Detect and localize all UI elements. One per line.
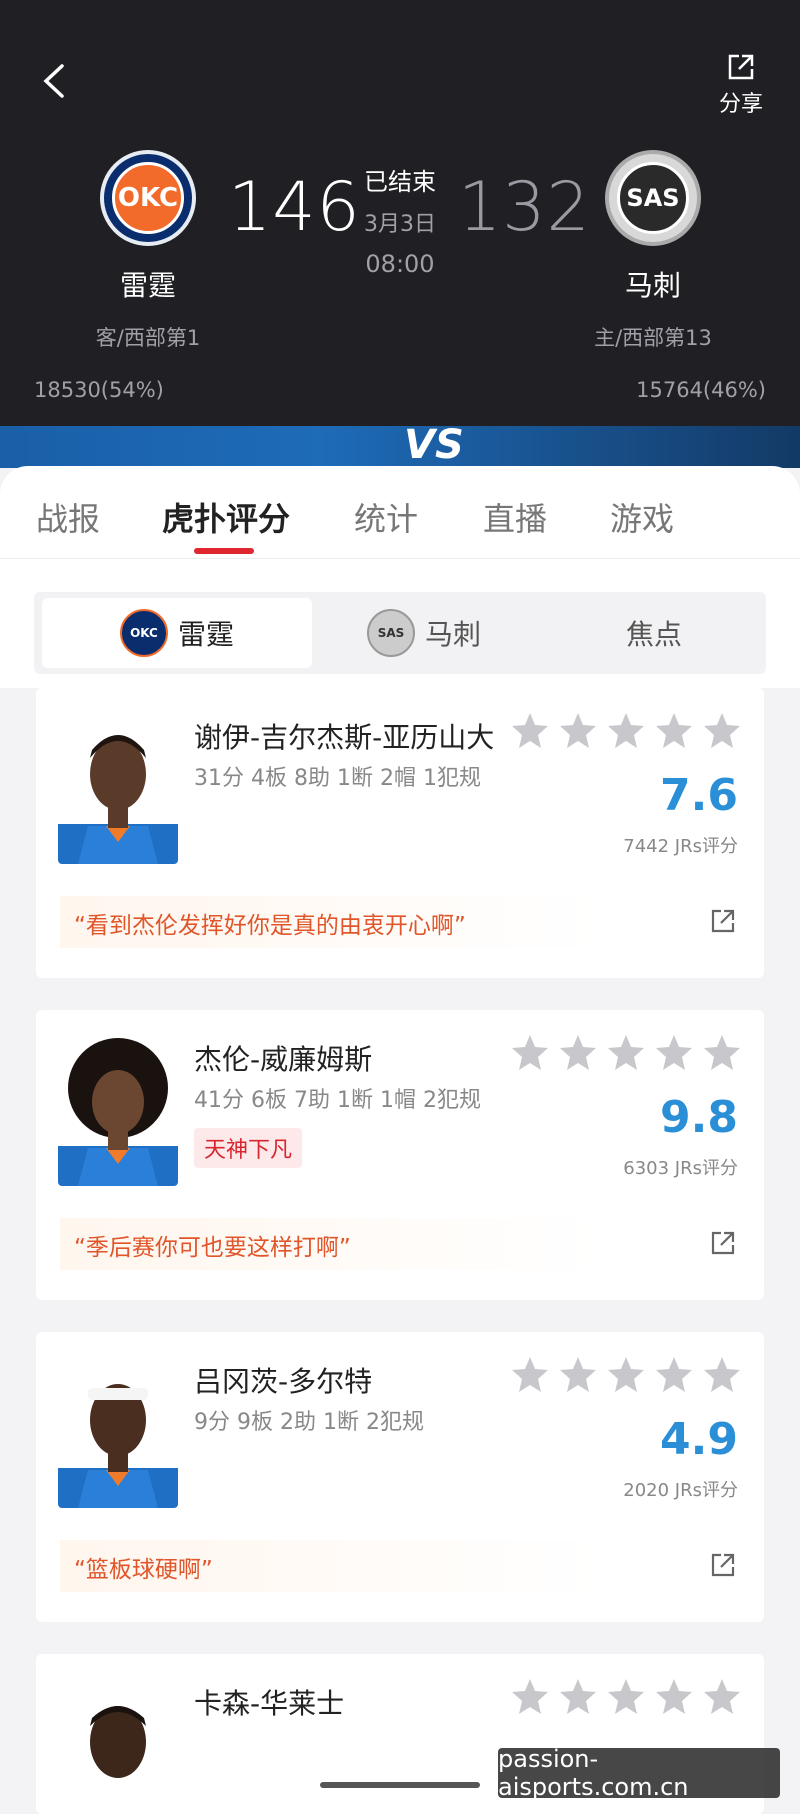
game-time: 08:00: [365, 250, 435, 278]
player-card[interactable]: 谢伊-吉尔杰斯-亚历山大 31分 4板 8助 1断 2帽 1犯规 7.6 744…: [36, 688, 764, 978]
star-icon[interactable]: [558, 1676, 598, 1716]
okc-logo-text: OKC: [112, 162, 184, 234]
open-link-icon[interactable]: [710, 1552, 736, 1578]
comment-text: “看到杰伦发挥好你是真的由衷开心啊”: [74, 913, 466, 939]
rating-stars[interactable]: [510, 1354, 742, 1394]
okc-mini-logo-icon: OKC: [119, 609, 168, 657]
star-icon[interactable]: [606, 1354, 646, 1394]
top-comment[interactable]: “季后赛你可也要这样打啊”: [60, 1218, 736, 1270]
star-icon[interactable]: [654, 1354, 694, 1394]
away-support: 18530(54%): [34, 378, 164, 402]
open-link-icon[interactable]: [710, 908, 736, 934]
player-rating: 9.8: [660, 1092, 738, 1143]
vs-label: VS: [404, 422, 464, 468]
star-icon[interactable]: [606, 1032, 646, 1072]
tab-live[interactable]: 直播: [483, 494, 547, 540]
home-support: 15764(46%): [636, 378, 766, 402]
sas-logo[interactable]: SAS: [605, 150, 701, 246]
player-avatar: [58, 1036, 178, 1186]
player-rating: 4.9: [660, 1414, 738, 1465]
rating-votes: 7442 JRs评分: [623, 836, 738, 857]
segment-okc[interactable]: OKC 雷霆: [42, 598, 312, 668]
away-team-name[interactable]: 雷霆: [68, 264, 228, 304]
top-comment[interactable]: “看到杰伦发挥好你是真的由衷开心啊”: [60, 896, 736, 948]
support-bar: [0, 426, 800, 468]
home-team-rank: 主/西部第13: [594, 326, 712, 350]
open-link-icon[interactable]: [710, 1230, 736, 1256]
rating-stars[interactable]: [510, 710, 742, 750]
star-icon[interactable]: [510, 1676, 550, 1716]
star-icon[interactable]: [702, 1676, 742, 1716]
comment-text: “篮板球硬啊”: [74, 1557, 213, 1583]
player-name: 谢伊-吉尔杰斯-亚历山大: [194, 721, 495, 754]
player-list: 谢伊-吉尔杰斯-亚历山大 31分 4板 8助 1断 2帽 1犯规 7.6 744…: [0, 688, 800, 1814]
player-rating: 7.6: [660, 770, 738, 821]
star-icon[interactable]: [606, 1676, 646, 1716]
star-icon[interactable]: [654, 1676, 694, 1716]
player-tag-badge: 天神下凡: [194, 1128, 303, 1168]
segment-sas[interactable]: SAS 马刺: [324, 592, 524, 674]
player-card[interactable]: 杰伦-威廉姆斯 41分 6板 7助 1断 1帽 2犯规 天神下凡 9.8 630…: [36, 1010, 764, 1300]
sas-logo-text: SAS: [617, 162, 689, 234]
star-icon[interactable]: [606, 710, 646, 750]
active-tab-indicator: [194, 548, 254, 554]
segment-okc-label: 雷霆: [177, 618, 234, 651]
share-button[interactable]: 分享: [706, 52, 776, 118]
star-icon[interactable]: [510, 1032, 550, 1072]
watermark: passion-aisports.com.cn: [498, 1745, 780, 1801]
player-name: 杰伦-威廉姆斯: [194, 1043, 373, 1076]
player-card[interactable]: 吕冈茨-多尔特 9分 9板 2助 1断 2犯规 4.9 2020 JRs评分 “…: [36, 1332, 764, 1622]
tab-bar: 战报 虎扑评分 统计 直播 游戏: [0, 466, 800, 559]
rating-stars[interactable]: [510, 1032, 742, 1072]
star-icon[interactable]: [558, 710, 598, 750]
player-avatar: [58, 1358, 178, 1508]
away-team-rank: 客/西部第1: [95, 326, 201, 350]
game-date: 3月3日: [364, 212, 436, 237]
star-icon[interactable]: [558, 1032, 598, 1072]
star-icon[interactable]: [654, 710, 694, 750]
share-label: 分享: [718, 92, 763, 117]
star-icon[interactable]: [510, 710, 550, 750]
player-stats: 41分 6板 7助 1断 1帽 2犯规: [194, 1088, 481, 1113]
top-comment[interactable]: “篮板球硬啊”: [60, 1540, 736, 1592]
player-stats: 31分 4板 8助 1断 2帽 1犯规: [194, 766, 481, 791]
player-avatar: [58, 714, 178, 864]
content-sheet: 战报 虎扑评分 统计 直播 游戏 OKC 雷霆 SAS 马刺 焦点 谢伊-吉尔杰…: [0, 466, 800, 1814]
game-status: 已结束: [364, 168, 436, 196]
team-segment: OKC 雷霆 SAS 马刺 焦点: [34, 592, 766, 674]
share-icon: [728, 54, 754, 80]
rating-votes: 2020 JRs评分: [623, 1480, 738, 1501]
star-icon[interactable]: [702, 1032, 742, 1072]
segment-focus[interactable]: 焦点: [554, 592, 754, 674]
tab-report[interactable]: 战报: [36, 494, 100, 540]
sas-mini-logo-icon: SAS: [366, 609, 415, 657]
star-icon[interactable]: [510, 1354, 550, 1394]
home-indicator[interactable]: [320, 1782, 480, 1788]
tab-rating[interactable]: 虎扑评分: [162, 494, 290, 540]
star-icon[interactable]: [654, 1032, 694, 1072]
game-header: 分享 OKC 146 已结束 3月3日 08:00 132 SAS 雷霆 马刺 …: [0, 0, 800, 430]
home-team-name[interactable]: 马刺: [573, 264, 733, 304]
back-icon[interactable]: [40, 62, 68, 100]
star-icon[interactable]: [558, 1354, 598, 1394]
tab-stats[interactable]: 统计: [354, 494, 418, 540]
star-icon[interactable]: [702, 1354, 742, 1394]
okc-logo[interactable]: OKC: [100, 150, 196, 246]
home-score: 132: [458, 168, 591, 247]
rating-votes: 6303 JRs评分: [623, 1158, 738, 1179]
player-name: 卡森-华莱士: [194, 1687, 345, 1720]
player-stats: 9分 9板 2助 1断 2犯规: [194, 1410, 424, 1435]
tab-game[interactable]: 游戏: [610, 494, 674, 540]
star-icon[interactable]: [702, 710, 742, 750]
comment-text: “季后赛你可也要这样打啊”: [74, 1235, 351, 1261]
player-name: 吕冈茨-多尔特: [194, 1365, 373, 1398]
player-avatar: [58, 1680, 178, 1814]
segment-sas-label: 马刺: [424, 618, 481, 651]
rating-stars[interactable]: [510, 1676, 742, 1716]
